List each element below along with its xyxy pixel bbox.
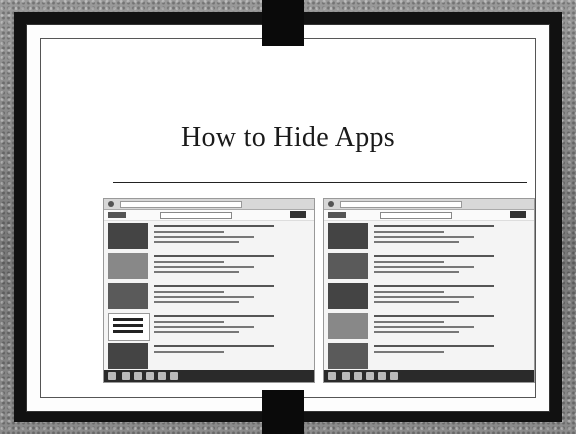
video-thumbnail bbox=[328, 343, 368, 369]
title-divider bbox=[113, 182, 527, 183]
app-icon bbox=[354, 372, 362, 380]
video-result bbox=[108, 223, 310, 251]
app-icon bbox=[390, 372, 398, 380]
video-thumbnail bbox=[108, 343, 148, 369]
youtube-header bbox=[104, 210, 314, 221]
youtube-header bbox=[324, 210, 534, 221]
browser-icon bbox=[328, 201, 334, 207]
video-result bbox=[328, 343, 530, 371]
binder-clip-bottom bbox=[262, 390, 304, 434]
start-icon bbox=[328, 372, 336, 380]
youtube-logo-icon bbox=[108, 212, 126, 218]
video-thumbnail bbox=[108, 283, 148, 309]
video-thumbnail bbox=[108, 253, 148, 279]
upload-button bbox=[290, 211, 306, 218]
binder-clip-top bbox=[262, 0, 304, 46]
start-icon bbox=[108, 372, 116, 380]
video-result bbox=[328, 283, 530, 311]
video-result bbox=[328, 313, 530, 341]
app-icon bbox=[170, 372, 178, 380]
video-thumbnail bbox=[328, 313, 368, 339]
taskbar bbox=[324, 370, 534, 382]
app-icon bbox=[146, 372, 154, 380]
video-result bbox=[328, 253, 530, 281]
app-icon bbox=[134, 372, 142, 380]
video-result bbox=[108, 343, 310, 371]
upload-button bbox=[510, 211, 526, 218]
screenshot-youtube-results-right bbox=[323, 198, 535, 383]
video-thumbnail bbox=[108, 223, 148, 249]
browser-icon bbox=[108, 201, 114, 207]
app-icon bbox=[122, 372, 130, 380]
app-icon bbox=[158, 372, 166, 380]
video-thumbnail bbox=[108, 313, 150, 341]
youtube-search-box bbox=[380, 212, 452, 219]
slide-title: How to Hide Apps bbox=[180, 122, 396, 153]
video-result bbox=[108, 283, 310, 311]
browser-toolbar bbox=[104, 199, 314, 210]
app-icon bbox=[366, 372, 374, 380]
video-result bbox=[328, 223, 530, 251]
address-bar bbox=[120, 201, 242, 208]
app-icon bbox=[378, 372, 386, 380]
video-thumbnail bbox=[328, 283, 368, 309]
video-result bbox=[108, 313, 310, 341]
youtube-logo-icon bbox=[328, 212, 346, 218]
app-icon bbox=[342, 372, 350, 380]
youtube-search-box bbox=[160, 212, 232, 219]
address-bar bbox=[340, 201, 462, 208]
browser-toolbar bbox=[324, 199, 534, 210]
taskbar bbox=[104, 370, 314, 382]
slide: How to Hide Apps bbox=[26, 24, 550, 412]
screenshot-youtube-results-left bbox=[103, 198, 315, 383]
video-result bbox=[108, 253, 310, 281]
video-thumbnail bbox=[328, 253, 368, 279]
video-thumbnail bbox=[328, 223, 368, 249]
